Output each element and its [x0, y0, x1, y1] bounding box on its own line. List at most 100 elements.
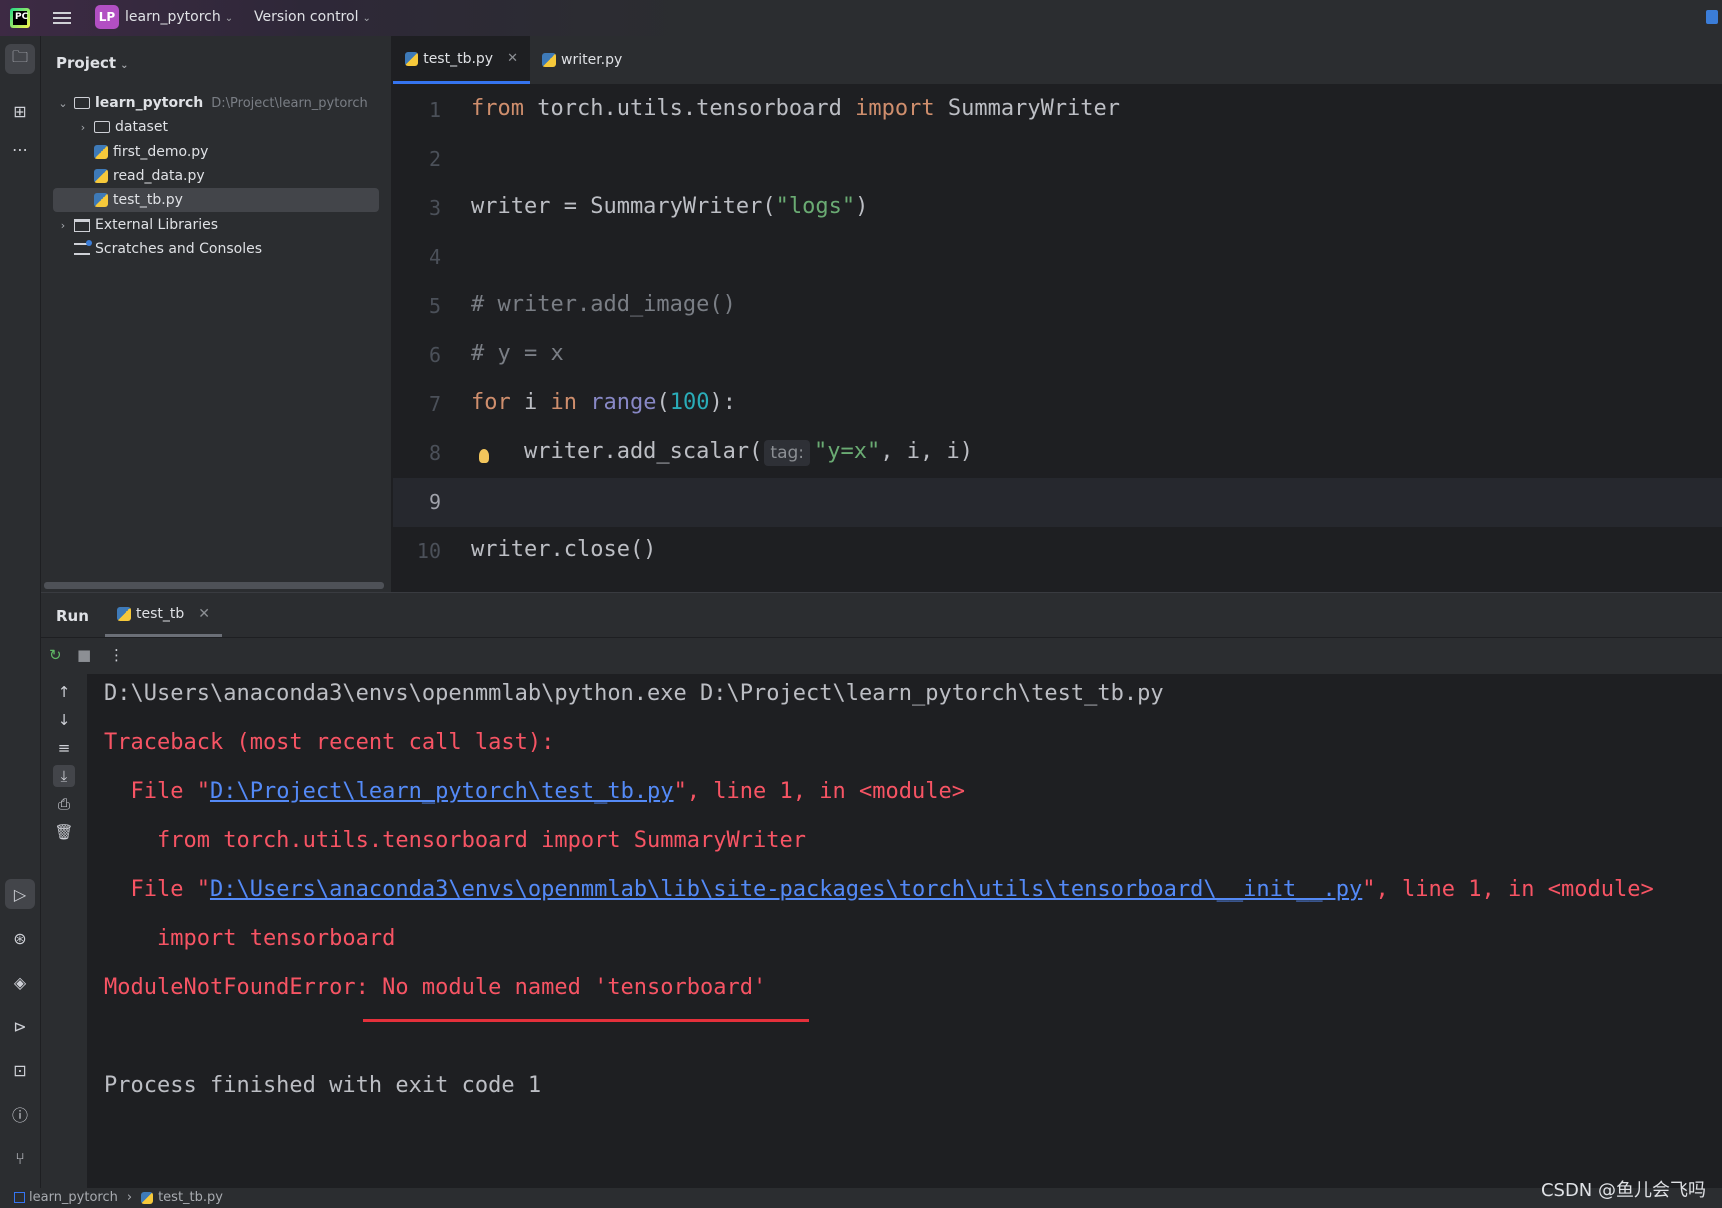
- tree-item-dataset[interactable]: › dataset: [76, 115, 168, 139]
- line-number: 2: [428, 147, 441, 171]
- project-name: learn_pytorch: [125, 9, 221, 25]
- run-icon[interactable]: ▷: [5, 879, 35, 909]
- structure-icon[interactable]: ⊞: [5, 96, 35, 126]
- tree-item-read-data[interactable]: read_data.py: [94, 164, 205, 188]
- git-icon[interactable]: ⑂: [5, 1143, 35, 1173]
- code-line[interactable]: 5 # writer.add_image(): [393, 282, 1722, 331]
- status-bar: learn_pytorch › test_tb.py: [0, 1188, 1722, 1208]
- code-line[interactable]: 7 for i in range(100):: [393, 380, 1722, 429]
- chevron-right-icon[interactable]: ›: [56, 219, 70, 232]
- title-bar: PC LP learn_pytorch ⌄ Version control ⌄: [0, 0, 1722, 36]
- code-editor: test_tb.py ✕ writer.py 1 from torch.util…: [393, 36, 1722, 592]
- arrow-up-icon[interactable]: ↑: [53, 681, 75, 703]
- line-number: 1: [428, 98, 441, 122]
- line-number: 6: [428, 343, 441, 367]
- logo-text: PC: [15, 12, 29, 22]
- close-icon[interactable]: ✕: [198, 606, 210, 622]
- python-interpreter-icon[interactable]: [1706, 10, 1718, 24]
- project-panel-header[interactable]: Project ⌄: [56, 54, 128, 72]
- problems-icon[interactable]: ⓘ: [5, 1099, 35, 1129]
- file-link[interactable]: D:\Project\learn_pytorch\test_tb.py: [210, 779, 674, 804]
- python-file-icon: [542, 53, 556, 67]
- breadcrumb[interactable]: learn_pytorch › test_tb.py: [14, 1190, 223, 1205]
- tab-label: test_tb.py: [423, 50, 494, 67]
- code-line[interactable]: 6 # y = x: [393, 331, 1722, 380]
- code-line[interactable]: 10 writer.close(): [393, 527, 1722, 576]
- breadcrumb-file[interactable]: test_tb.py: [158, 1190, 223, 1205]
- python-file-icon: [405, 51, 419, 66]
- code-line[interactable]: 3 writer = SummaryWriter("logs"): [393, 184, 1722, 233]
- chevron-right-icon[interactable]: ›: [76, 121, 90, 134]
- horizontal-scrollbar[interactable]: [44, 582, 384, 589]
- tab-run-test-tb[interactable]: test_tb ✕: [105, 593, 222, 637]
- code-text: writer.add_scalar(tag: "y=x", i, i): [471, 439, 973, 466]
- line-number: 4: [428, 245, 441, 269]
- code-line[interactable]: 2: [393, 135, 1722, 184]
- file-link[interactable]: D:\Users\anaconda3\envs\openmmlab\lib\si…: [210, 877, 1362, 902]
- folder-icon: [74, 97, 90, 109]
- error-highlight-underline: [363, 1019, 809, 1022]
- code-line[interactable]: 4: [393, 233, 1722, 282]
- tab-test-tb[interactable]: test_tb.py ✕: [393, 36, 530, 84]
- close-icon[interactable]: ✕: [507, 51, 518, 66]
- code-line-current[interactable]: 9: [393, 478, 1722, 527]
- terminal-icon[interactable]: ⊡: [5, 1055, 35, 1085]
- run-panel: Run test_tb ✕ ↻ ■ ⋮ ↑ ↓ ≡ ⤓ ⎙ 🗑 D:\Users…: [41, 592, 1722, 1189]
- tree-item-label: read_data.py: [113, 168, 205, 184]
- chevron-down-icon: ⌄: [224, 13, 234, 24]
- console-traceback: Traceback (most recent call last):: [104, 730, 555, 755]
- python-console-icon[interactable]: ⊛: [5, 923, 35, 953]
- console-file-line: File "D:\Project\learn_pytorch\test_tb.p…: [104, 779, 965, 804]
- code-line[interactable]: 1 from torch.utils.tensorboard import Su…: [393, 86, 1722, 135]
- trash-icon[interactable]: 🗑: [53, 821, 75, 843]
- run-header: Run test_tb ✕: [41, 593, 1722, 637]
- scratches-icon: [74, 240, 92, 255]
- python-file-icon: [141, 1191, 154, 1204]
- python-file-icon: [94, 193, 108, 207]
- tree-item-test-tb[interactable]: test_tb.py: [53, 188, 379, 212]
- main-menu-icon[interactable]: [53, 9, 71, 27]
- chevron-down-icon: ⌄: [120, 60, 129, 71]
- run-toolbar: ↻ ■ ⋮: [41, 637, 1722, 674]
- project-badge[interactable]: LP: [95, 5, 119, 29]
- tree-item-first-demo[interactable]: first_demo.py: [94, 140, 208, 164]
- tree-item-label: dataset: [115, 119, 168, 135]
- more-icon[interactable]: ⋯: [5, 134, 35, 164]
- more-options-icon[interactable]: ⋮: [109, 646, 124, 664]
- tree-item-scratches[interactable]: Scratches and Consoles: [74, 237, 262, 261]
- code-text: writer = SummaryWriter("logs"): [471, 194, 869, 219]
- folder-icon: [94, 121, 110, 133]
- code-text: for i in range(100):: [471, 390, 736, 415]
- code-line[interactable]: 8 writer.add_scalar(tag: "y=x", i, i): [393, 429, 1722, 478]
- stop-icon[interactable]: ■: [77, 646, 91, 664]
- code-text: writer.close(): [471, 537, 657, 562]
- arrow-down-icon[interactable]: ↓: [53, 709, 75, 731]
- code-text: from torch.utils.tensorboard import Summ…: [471, 96, 1121, 121]
- python-packages-icon[interactable]: ◈: [5, 967, 35, 997]
- chevron-down-icon[interactable]: ⌄: [56, 97, 70, 110]
- rerun-icon[interactable]: ↻: [49, 646, 62, 664]
- tree-item-label: first_demo.py: [113, 144, 209, 160]
- project-header-label: Project: [56, 54, 117, 72]
- version-control-menu[interactable]: Version control ⌄: [254, 9, 371, 25]
- project-switcher[interactable]: learn_pytorch ⌄: [125, 9, 233, 25]
- parameter-hint: tag:: [764, 440, 811, 466]
- chevron-right-icon: ›: [126, 1190, 133, 1205]
- editor-tabs: test_tb.py ✕ writer.py: [393, 36, 1722, 85]
- print-icon[interactable]: ⎙: [53, 793, 75, 815]
- root-path: D:\Project\learn_pytorch: [211, 95, 368, 111]
- line-number: 8: [428, 441, 441, 465]
- scroll-to-end-icon[interactable]: ⤓: [53, 765, 75, 787]
- pycharm-logo-icon[interactable]: PC: [10, 8, 30, 28]
- breadcrumb-project[interactable]: learn_pytorch: [29, 1190, 118, 1205]
- tree-item-external-libraries[interactable]: › External Libraries: [56, 213, 218, 237]
- project-folder-icon[interactable]: 🗀: [5, 44, 35, 74]
- run-title: Run: [56, 607, 89, 625]
- soft-wrap-icon[interactable]: ≡: [53, 737, 75, 759]
- line-number: 5: [428, 294, 441, 318]
- version-control-label: Version control: [254, 9, 359, 25]
- tree-root[interactable]: ⌄ learn_pytorch D:\Project\learn_pytorch: [56, 91, 368, 115]
- line-number: 9: [428, 490, 441, 514]
- services-icon[interactable]: ⊳: [5, 1011, 35, 1041]
- tab-writer[interactable]: writer.py: [530, 36, 660, 84]
